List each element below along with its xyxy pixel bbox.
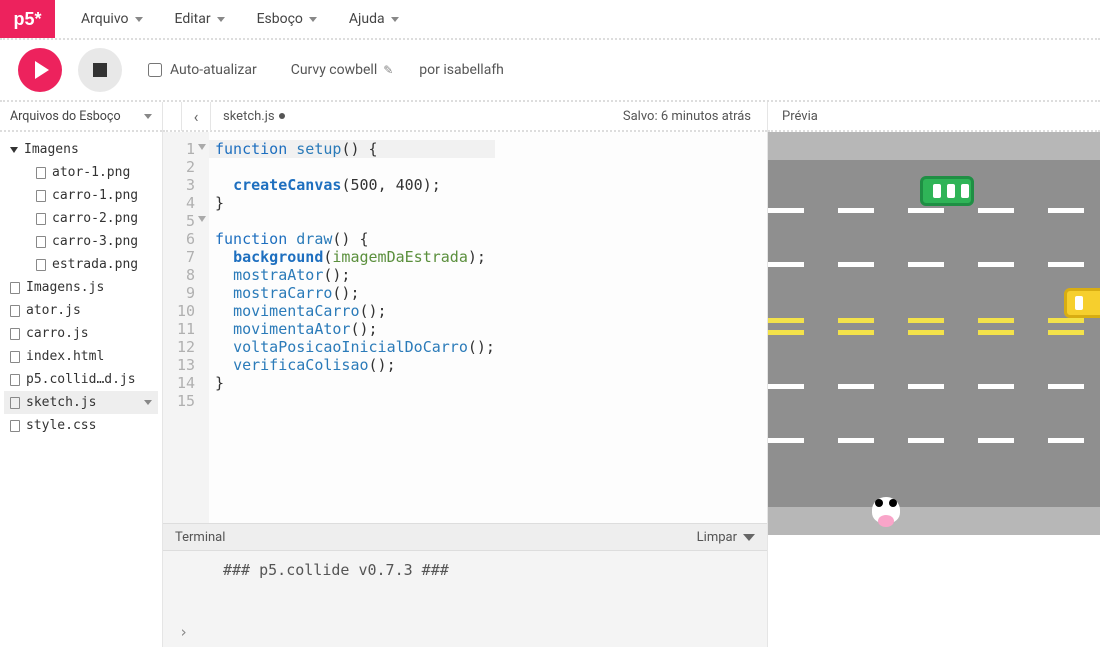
code-editor[interactable]: 123456789101112131415 function setup() {… — [163, 132, 767, 523]
file-item[interactable]: carro-3.png — [4, 230, 158, 253]
stop-button[interactable] — [78, 48, 122, 92]
terminal-prompt-icon: › — [179, 623, 188, 641]
sidebar-header[interactable]: Arquivos do Esboço — [0, 102, 162, 132]
edit-icon: ✎ — [383, 63, 393, 77]
file-icon — [10, 305, 20, 317]
file-item[interactable]: ator-1.png — [4, 161, 158, 184]
sketch-author: por isabellafh — [419, 62, 504, 78]
caret-down-icon — [309, 17, 317, 22]
car-green-icon — [920, 176, 974, 206]
file-item[interactable]: Imagens.js — [4, 276, 158, 299]
file-icon — [10, 328, 20, 340]
file-item[interactable]: carro.js — [4, 322, 158, 345]
file-item[interactable]: p5.collid…d.js — [4, 368, 158, 391]
unsaved-dot-icon — [279, 113, 285, 119]
line-gutter: 123456789101112131415 — [163, 132, 209, 523]
sketch-name[interactable]: Curvy cowbell ✎ — [291, 62, 394, 78]
file-item[interactable]: style.css — [4, 414, 158, 437]
car-yellow-icon — [1064, 288, 1100, 318]
menu-ajuda[interactable]: Ajuda — [335, 5, 413, 33]
code-content[interactable]: function setup() { createCanvas(500, 400… — [209, 132, 495, 523]
file-icon — [36, 167, 46, 179]
preview-header: Prévia — [768, 102, 1100, 132]
terminal-title: Terminal — [175, 530, 225, 545]
caret-down-icon — [144, 400, 152, 405]
caret-down-icon — [217, 17, 225, 22]
folder-imagens[interactable]: Imagens — [4, 138, 158, 161]
file-icon — [36, 213, 46, 225]
collapse-sidebar-button[interactable]: ‹ — [181, 102, 211, 131]
cow-sprite-icon — [872, 497, 900, 523]
terminal-output[interactable]: ### p5.collide v0.7.3 ### › — [163, 551, 767, 647]
file-icon — [10, 282, 20, 294]
file-sidebar: Arquivos do Esboço Imagens ator-1.png ca… — [0, 102, 162, 647]
top-menu: Arquivo Editar Esboço Ajuda — [55, 0, 413, 38]
file-icon — [10, 374, 20, 386]
toolbar: Auto-atualizar Curvy cowbell ✎ por isabe… — [0, 40, 1100, 102]
file-tree: Imagens ator-1.png carro-1.png carro-2.p… — [0, 132, 162, 443]
logo[interactable]: p5* — [0, 0, 55, 38]
terminal-clear-button[interactable]: Limpar — [697, 530, 755, 545]
stop-icon — [93, 63, 107, 77]
auto-refresh-checkbox[interactable] — [148, 63, 162, 77]
play-icon — [35, 61, 49, 79]
file-icon — [36, 236, 46, 248]
file-icon — [10, 397, 20, 409]
saved-status: Salvo: 6 minutos atrás — [623, 109, 767, 124]
run-button[interactable] — [18, 48, 62, 92]
chevron-down-icon — [743, 534, 755, 541]
file-item[interactable]: index.html — [4, 345, 158, 368]
menu-editar[interactable]: Editar — [161, 5, 239, 33]
file-item[interactable]: ator.js — [4, 299, 158, 322]
file-item[interactable]: estrada.png — [4, 253, 158, 276]
auto-refresh-label: Auto-atualizar — [170, 62, 257, 78]
auto-refresh-toggle[interactable]: Auto-atualizar — [148, 62, 257, 78]
caret-down-icon — [391, 17, 399, 22]
caret-down-icon — [144, 114, 152, 119]
file-icon — [10, 420, 20, 432]
caret-down-icon — [135, 17, 143, 22]
file-icon — [36, 259, 46, 271]
file-icon — [10, 351, 20, 363]
file-item-active[interactable]: sketch.js — [4, 391, 158, 414]
preview-canvas — [768, 132, 1100, 647]
editor-header: ‹ sketch.js Salvo: 6 minutos atrás — [163, 102, 767, 132]
menu-arquivo[interactable]: Arquivo — [67, 5, 157, 33]
folder-open-icon — [10, 147, 18, 153]
file-item[interactable]: carro-1.png — [4, 184, 158, 207]
terminal-line: ### p5.collide v0.7.3 ### — [223, 561, 757, 579]
terminal-header[interactable]: Terminal Limpar — [163, 523, 767, 551]
file-item[interactable]: carro-2.png — [4, 207, 158, 230]
editor-tab[interactable]: sketch.js — [211, 109, 297, 124]
menu-esboco[interactable]: Esboço — [243, 5, 331, 33]
file-icon — [36, 190, 46, 202]
